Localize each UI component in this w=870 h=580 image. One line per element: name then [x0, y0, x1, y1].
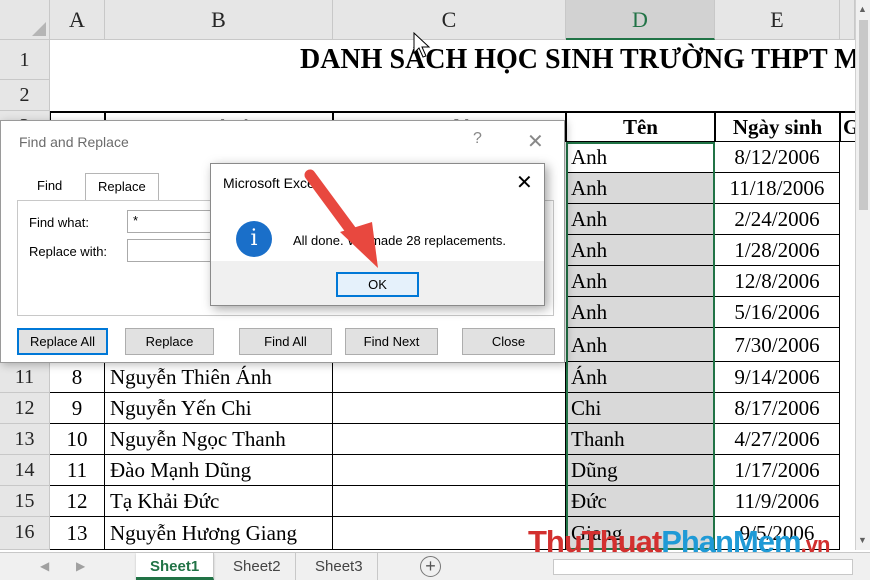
scroll-up-icon[interactable]: ▲ — [858, 4, 867, 14]
sheet-title-cell[interactable]: DANH SÁCH HỌC SINH TRƯỜNG THPT MỚ — [50, 40, 855, 80]
cell-stt[interactable]: 11 — [50, 455, 105, 486]
find-what-label: Find what: — [29, 215, 89, 230]
header-cell-ten[interactable]: Tên — [566, 111, 715, 142]
replace-with-input[interactable] — [127, 239, 217, 262]
find-replace-close-icon[interactable]: ✕ — [527, 129, 544, 154]
column-header-d[interactable]: D — [566, 0, 715, 40]
cell-stt[interactable]: 12 — [50, 486, 105, 517]
cell-ngay-sinh[interactable]: 11/9/2006 — [715, 486, 840, 517]
info-icon: i — [236, 221, 272, 257]
cell-ho-lot[interactable] — [333, 393, 566, 424]
row-header-1[interactable]: 1 — [0, 40, 50, 80]
cell-ngay-sinh[interactable]: 11/18/2006 — [715, 173, 840, 204]
row-header-15[interactable]: 15 — [0, 486, 50, 517]
replace-with-label: Replace with: — [29, 244, 108, 259]
column-header-a[interactable]: A — [50, 0, 105, 40]
scroll-down-icon[interactable]: ▼ — [858, 535, 867, 545]
tab-scroll-right-icon[interactable]: ▶ — [76, 559, 85, 573]
close-button[interactable]: Close — [462, 328, 555, 355]
cell-ngay-sinh[interactable]: 9/14/2006 — [715, 362, 840, 393]
message-box: Microsoft Excel ✕ i All done. We made 28… — [210, 163, 545, 306]
vertical-scroll-thumb[interactable] — [859, 20, 868, 210]
watermark-logo: ThuThuatPhanMem.vn — [528, 524, 830, 559]
cell-ngay-sinh[interactable]: 7/30/2006 — [715, 328, 840, 362]
column-header-e[interactable]: E — [715, 0, 840, 40]
sheet-tab-sheet3[interactable]: Sheet3 — [301, 553, 378, 580]
find-what-input[interactable]: * — [127, 210, 217, 233]
cell-ngay-sinh[interactable]: 2/24/2006 — [715, 204, 840, 235]
mouse-cursor-icon — [413, 32, 431, 58]
row-header-12[interactable]: 12 — [0, 393, 50, 424]
message-box-close-icon[interactable]: ✕ — [516, 170, 533, 195]
horizontal-scrollbar[interactable] — [553, 559, 853, 575]
ok-button[interactable]: OK — [336, 272, 419, 297]
row-header-13[interactable]: 13 — [0, 424, 50, 455]
cell-ngay-sinh[interactable]: 1/28/2006 — [715, 235, 840, 266]
cell-stt[interactable]: 10 — [50, 424, 105, 455]
replace-all-button[interactable]: Replace All — [17, 328, 108, 355]
cell-ho-va-ten[interactable]: Nguyễn Ngọc Thanh — [105, 424, 333, 455]
tab-replace[interactable]: Replace — [85, 173, 159, 201]
cell-ngay-sinh[interactable]: 1/17/2006 — [715, 455, 840, 486]
add-sheet-icon[interactable]: + — [420, 556, 441, 577]
column-header-f[interactable] — [840, 0, 855, 40]
sheet-tab-sheet2[interactable]: Sheet2 — [219, 553, 296, 580]
message-box-title: Microsoft Excel — [223, 175, 318, 191]
find-replace-title: Find and Replace — [19, 134, 129, 150]
cell-ho-va-ten[interactable]: Nguyễn Thiên Ánh — [105, 362, 333, 393]
cell-ngay-sinh[interactable]: 12/8/2006 — [715, 266, 840, 297]
header-cell-ngay-sinh[interactable]: Ngày sinh — [715, 111, 840, 142]
cell-ho-va-ten[interactable]: Tạ Khải Đức — [105, 486, 333, 517]
select-all-corner[interactable] — [0, 0, 50, 40]
tab-scroll-left-icon[interactable]: ◀ — [40, 559, 49, 573]
cell-stt[interactable]: 9 — [50, 393, 105, 424]
help-icon[interactable]: ? — [473, 130, 482, 148]
cell-stt[interactable]: 13 — [50, 517, 105, 550]
selection-outline — [566, 142, 715, 550]
message-text: All done. We made 28 replacements. — [293, 233, 506, 248]
cell-ngay-sinh[interactable]: 5/16/2006 — [715, 297, 840, 328]
row-header-2[interactable]: 2 — [0, 80, 50, 111]
cell-stt[interactable]: 8 — [50, 362, 105, 393]
cell-ho-va-ten[interactable]: Nguyễn Hương Giang — [105, 517, 333, 550]
cell-ho-lot[interactable] — [333, 455, 566, 486]
cell-ho-va-ten[interactable]: Đào Mạnh Dũng — [105, 455, 333, 486]
sheet-tab-sheet1[interactable]: Sheet1 — [136, 553, 215, 580]
find-all-button[interactable]: Find All — [239, 328, 332, 355]
find-next-button[interactable]: Find Next — [345, 328, 438, 355]
tab-find[interactable]: Find — [25, 173, 74, 201]
cell-ngay-sinh[interactable]: 4/27/2006 — [715, 424, 840, 455]
row-header-14[interactable]: 14 — [0, 455, 50, 486]
row-header-11[interactable]: 11 — [0, 362, 50, 393]
vertical-scrollbar[interactable]: ▲ ▼ — [855, 0, 870, 550]
column-header-c[interactable]: C — [333, 0, 566, 40]
column-header-b[interactable]: B — [105, 0, 333, 40]
cell-ho-lot[interactable] — [333, 424, 566, 455]
cell-ngay-sinh[interactable]: 8/17/2006 — [715, 393, 840, 424]
replace-button[interactable]: Replace — [125, 328, 214, 355]
select-all-triangle-icon — [32, 22, 46, 36]
cell-ho-lot[interactable] — [333, 362, 566, 393]
cell-ngay-sinh[interactable]: 8/12/2006 — [715, 142, 840, 173]
row-header-16[interactable]: 16 — [0, 517, 50, 550]
cell-ho-lot[interactable] — [333, 486, 566, 517]
cell-ho-va-ten[interactable]: Nguyễn Yến Chi — [105, 393, 333, 424]
